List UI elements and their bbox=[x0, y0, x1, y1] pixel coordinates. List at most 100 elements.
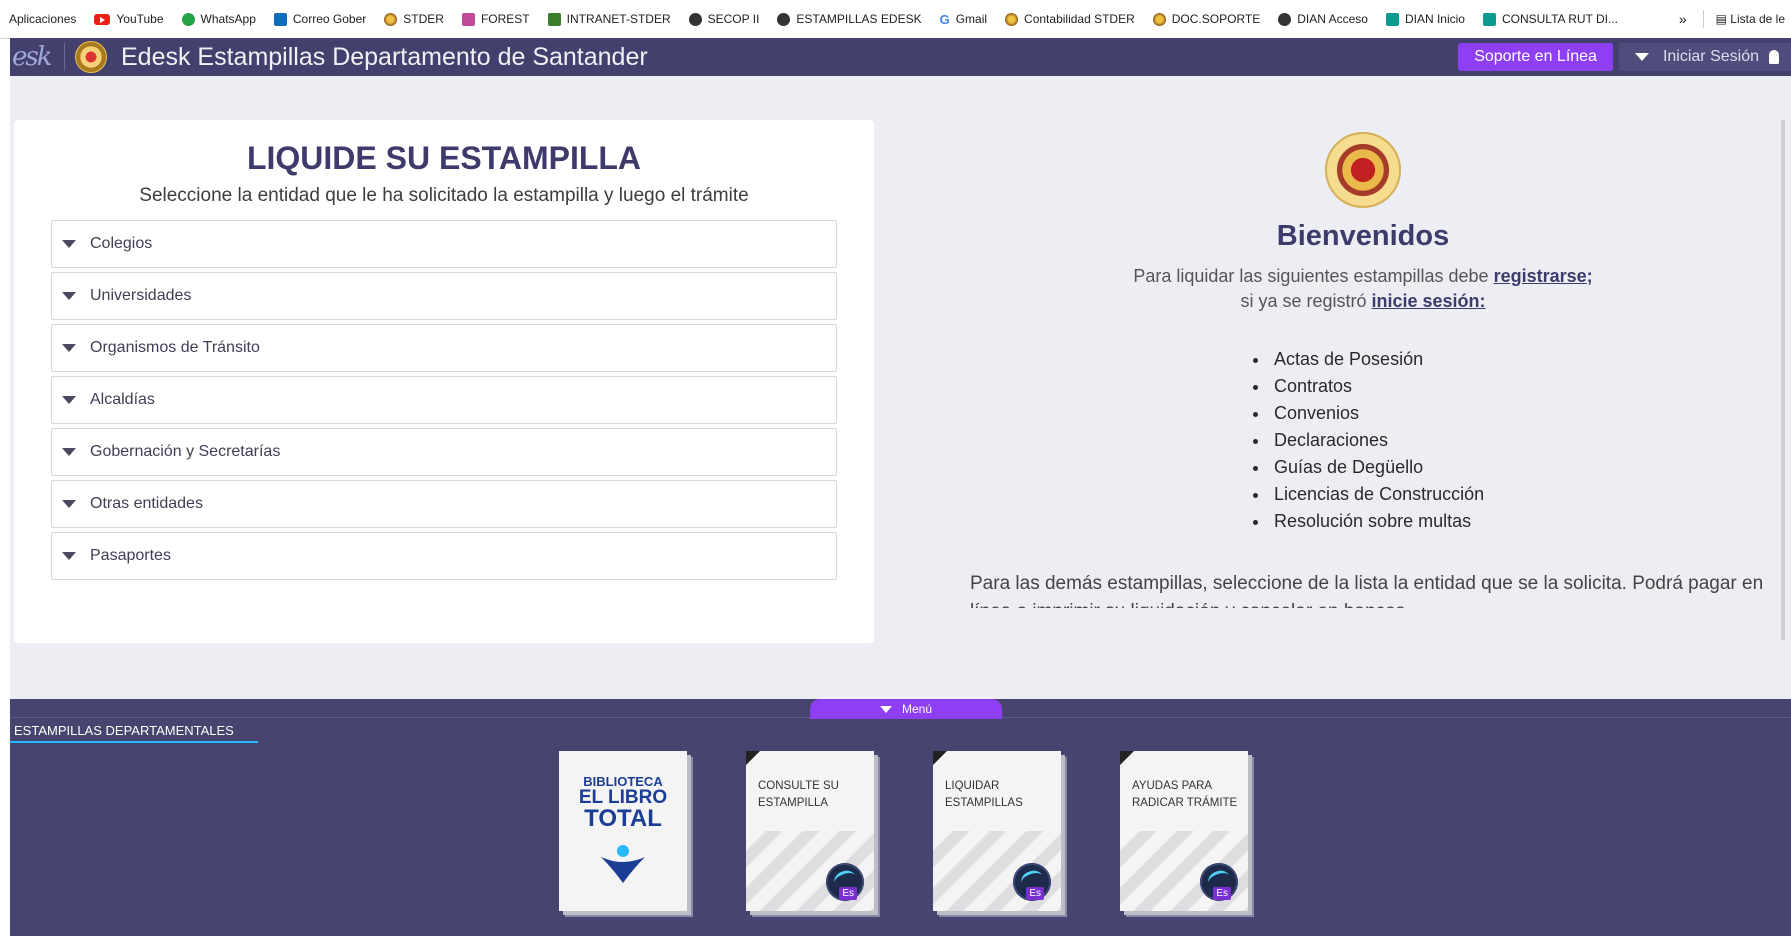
corner-marker bbox=[933, 751, 947, 765]
accordion-organismos-transito[interactable]: Organismos de Tránsito bbox=[51, 324, 837, 372]
caret-down-icon bbox=[1634, 53, 1649, 61]
list-item: Contratos bbox=[1270, 373, 1484, 400]
register-link[interactable]: registrarse; bbox=[1494, 266, 1593, 286]
tile-label: CONSULTE SU ESTAMPILLA bbox=[758, 778, 868, 812]
bookmark-doc-soporte[interactable]: DOC.SOPORTE bbox=[1144, 0, 1269, 38]
card-title: LIQUIDE SU ESTAMPILLA bbox=[246, 140, 642, 176]
list-item: Convenios bbox=[1270, 400, 1484, 427]
bookmark-youtube[interactable]: YouTube bbox=[85, 0, 172, 38]
panel-scrollbar[interactable] bbox=[1781, 120, 1785, 640]
santander-seal-icon bbox=[1325, 132, 1401, 208]
reading-list-icon: ▤ bbox=[1715, 12, 1731, 26]
list-item: Resolución sobre multas bbox=[1270, 508, 1484, 535]
caret-down-icon bbox=[62, 344, 76, 352]
corner-marker bbox=[1120, 751, 1134, 765]
seal-icon bbox=[384, 12, 398, 26]
divider bbox=[1702, 10, 1704, 28]
edesk-logo[interactable]: esk bbox=[10, 42, 60, 72]
accordion-label: Colegios bbox=[90, 235, 153, 252]
active-tab-underline bbox=[10, 741, 258, 743]
bookmark-dian-inicio[interactable]: DIAN Inicio bbox=[1377, 0, 1474, 38]
caret-down-icon bbox=[62, 552, 76, 560]
bookmark-label: INTRANET-STDER bbox=[566, 12, 671, 26]
login-link[interactable]: inicie sesión: bbox=[1372, 291, 1486, 311]
bookmark-stder[interactable]: STDER bbox=[375, 0, 453, 38]
bookmark-contabilidad[interactable]: Contabilidad STDER bbox=[996, 0, 1144, 38]
badge-text: Es bbox=[839, 887, 857, 900]
bookmark-label: Gmail bbox=[955, 12, 988, 26]
tile-liquidar-estampillas[interactable]: LIQUIDAR ESTAMPILLAS Es bbox=[933, 751, 1061, 911]
accordion-otras-entidades[interactable]: Otras entidades bbox=[51, 480, 837, 528]
menu-label: Menú bbox=[901, 702, 933, 716]
app-title: Edesk Estampillas Departamento de Santan… bbox=[121, 42, 648, 71]
bookmark-dian-acceso[interactable]: DIAN Acceso bbox=[1269, 0, 1377, 38]
bookmark-label: DOC.SOPORTE bbox=[1171, 12, 1261, 26]
bookmark-intranet[interactable]: INTRANET-STDER bbox=[539, 0, 680, 38]
bookmark-correo-gober[interactable]: Correo Gober bbox=[265, 0, 375, 38]
bookmark-estampillas-edesk[interactable]: ESTAMPILLAS EDESK bbox=[768, 0, 930, 38]
tile-text: TOTAL bbox=[584, 805, 662, 832]
bookmark-label: FOREST bbox=[480, 12, 530, 26]
list-item: Guías de Degüello bbox=[1270, 454, 1484, 481]
caret-down-icon bbox=[62, 500, 76, 508]
bookmark-secop[interactable]: SECOP II bbox=[680, 0, 769, 38]
bookmark-label: DIAN Acceso bbox=[1297, 12, 1368, 26]
youtube-icon bbox=[94, 13, 111, 25]
outlook-icon bbox=[273, 12, 287, 26]
tile-consulte-estampilla[interactable]: CONSULTE SU ESTAMPILLA Es bbox=[746, 751, 874, 911]
bookmark-label: STDER bbox=[403, 12, 444, 26]
bookmark-apps[interactable]: Aplicaciones bbox=[0, 0, 85, 38]
caret-down-icon bbox=[879, 705, 892, 713]
caret-down-icon bbox=[62, 292, 76, 300]
teal-doc-icon bbox=[1385, 12, 1399, 26]
tile-biblioteca[interactable]: BIBLIOTECA EL LIBRO TOTAL bbox=[559, 751, 687, 911]
bookmark-label: Aplicaciones bbox=[9, 12, 77, 26]
globe-icon bbox=[688, 12, 702, 26]
bookmark-label: YouTube bbox=[116, 12, 164, 26]
tile-text: RADICAR TRÁMITE bbox=[1132, 797, 1238, 809]
accordion-label: Universidades bbox=[90, 287, 192, 304]
seal-icon bbox=[1152, 12, 1166, 26]
list-item: Actas de Posesión bbox=[1270, 346, 1484, 373]
badge-text: Es bbox=[1213, 887, 1231, 900]
section-tab-estampillas[interactable]: ESTAMPILLAS DEPARTAMENTALES bbox=[14, 723, 234, 738]
bookmarks-bar: Aplicaciones YouTube WhatsApp Correo Gob… bbox=[0, 0, 1791, 39]
reading-list-button[interactable]: ▤ Lista de le bbox=[1710, 12, 1791, 26]
bookmark-forest[interactable]: FOREST bbox=[453, 0, 539, 38]
header-actions: Soporte en Línea Iniciar Sesión bbox=[1458, 38, 1791, 76]
app-header: esk Edesk Estampillas Departamento de Sa… bbox=[10, 38, 1791, 76]
login-button[interactable]: Iniciar Sesión bbox=[1618, 43, 1791, 71]
bookmark-whatsapp[interactable]: WhatsApp bbox=[173, 0, 265, 38]
tile-ayudas-tramite[interactable]: AYUDAS PARA RADICAR TRÁMITE Es bbox=[1120, 751, 1248, 911]
menu-toggle-button[interactable]: Menú bbox=[810, 699, 1002, 719]
tile-text: ESTAMPILLA bbox=[758, 797, 829, 809]
list-item: Licencias de Construcción bbox=[1270, 481, 1484, 508]
accordion-gobernacion[interactable]: Gobernación y Secretarías bbox=[51, 428, 837, 476]
more-bookmarks-button[interactable]: » bbox=[1669, 11, 1697, 27]
accordion-universidades[interactable]: Universidades bbox=[51, 272, 837, 320]
bookmark-consulta-rut[interactable]: CONSULTA RUT DI... bbox=[1474, 0, 1627, 38]
tile-text: AYUDAS PARA bbox=[1132, 780, 1213, 792]
accordion-colegios[interactable]: Colegios bbox=[51, 220, 837, 268]
welcome-footer-text: Para las demás estampillas, seleccione d… bbox=[970, 573, 1764, 608]
welcome-text: Para liquidar las siguientes estampillas… bbox=[1133, 266, 1494, 286]
welcome-line-1: Para liquidar las siguientes estampillas… bbox=[910, 266, 1791, 287]
stamp-list: Actas de Posesión Contratos Convenios De… bbox=[1250, 346, 1484, 535]
bookmark-label: SECOP II bbox=[707, 12, 760, 26]
bookmark-label: Contabilidad STDER bbox=[1024, 12, 1135, 26]
accordion-alcaldias[interactable]: Alcaldías bbox=[51, 376, 837, 424]
teal-doc-icon bbox=[1482, 12, 1496, 26]
bookmarks-right: » ▤ Lista de le bbox=[1669, 0, 1791, 38]
reader-figure-icon bbox=[601, 845, 645, 883]
bookmark-label: Correo Gober bbox=[292, 12, 367, 26]
accordion-pasaportes[interactable]: Pasaportes bbox=[51, 532, 837, 580]
bookmark-gmail[interactable]: G Gmail bbox=[931, 0, 996, 38]
support-button[interactable]: Soporte en Línea bbox=[1458, 43, 1613, 71]
globe-icon bbox=[1278, 12, 1292, 26]
whatsapp-icon bbox=[181, 12, 195, 26]
bookmark-label: DIAN Inicio bbox=[1404, 12, 1465, 26]
accordion-label: Gobernación y Secretarías bbox=[90, 443, 281, 460]
reading-list-label: Lista de le bbox=[1730, 12, 1785, 26]
google-icon: G bbox=[939, 11, 950, 27]
accordion-label: Alcaldías bbox=[90, 391, 155, 408]
